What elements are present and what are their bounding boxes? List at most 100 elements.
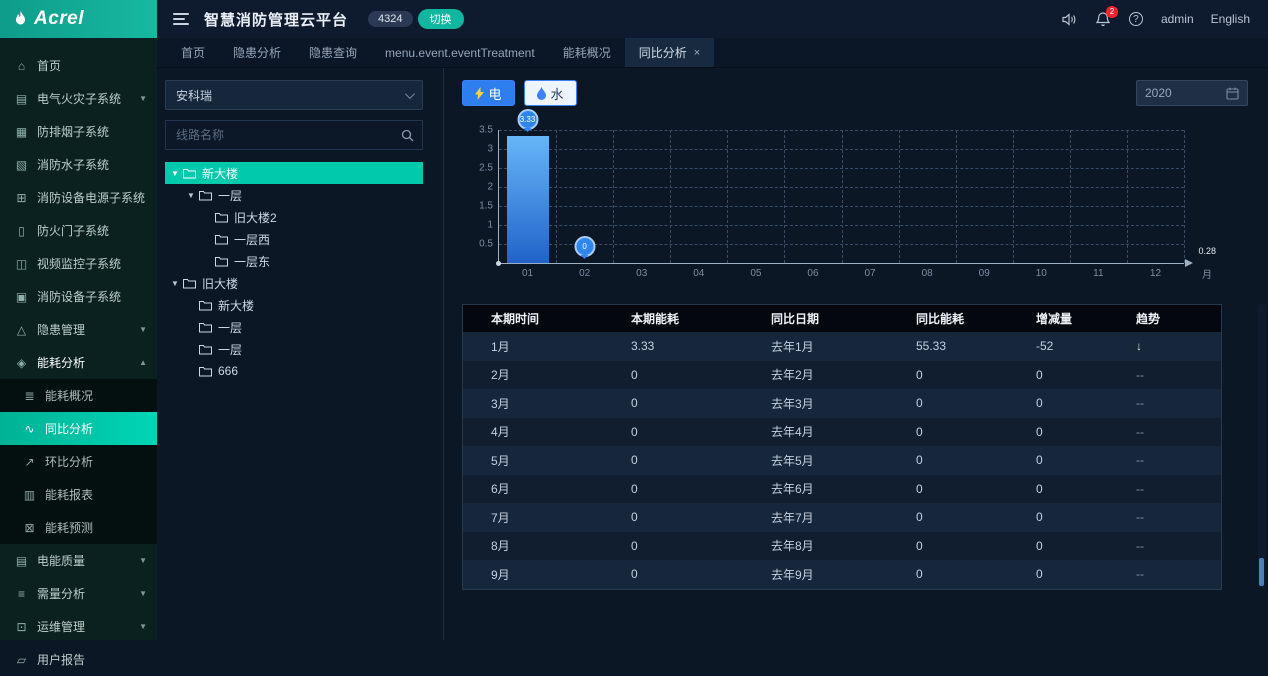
help-icon[interactable]: ? [1128, 11, 1144, 27]
sidebar-item-消防水子系统[interactable]: ▧消防水子系统 [0, 148, 157, 181]
tab-首页[interactable]: 首页 [167, 38, 219, 67]
tree-node-一层东[interactable]: 一层东 [165, 250, 423, 272]
table-cell: ↓ [1136, 339, 1221, 353]
gridline-v [727, 130, 728, 263]
tree-node-666[interactable]: 666 [165, 360, 423, 382]
sidebar-subitem-能耗报表[interactable]: ▥能耗报表 [0, 478, 157, 511]
tab-menu.event.eventTreatment[interactable]: menu.event.eventTreatment [371, 38, 549, 67]
table-cell: 7月 [491, 509, 631, 526]
folder-icon [215, 256, 228, 267]
table-cell: 去年8月 [771, 537, 916, 554]
sidebar-item-需量分析[interactable]: ≡需量分析▼ [0, 577, 157, 610]
table-row: 4月0去年4月00-- [463, 418, 1221, 447]
table-cell: 0 [916, 539, 1036, 553]
tree-node-新大楼[interactable]: 新大楼 [165, 294, 423, 316]
column-header: 本期能耗 [631, 310, 771, 327]
sidebar-item-能耗分析[interactable]: ◈能耗分析▲ [0, 346, 157, 379]
x-tick-label: 04 [693, 268, 704, 279]
tree-node-新大楼[interactable]: ▼新大楼 [165, 162, 423, 184]
gridline-v [956, 130, 957, 263]
scrollbar-thumb[interactable] [1259, 558, 1264, 586]
gridline-v [899, 130, 900, 263]
table-cell: 3.33 [631, 339, 771, 353]
x-tick-label: 10 [1036, 268, 1047, 279]
table-cell: 0 [631, 539, 771, 553]
sidebar-subitem-能耗概况[interactable]: ≣能耗概况 [0, 379, 157, 412]
line-search-input[interactable] [166, 128, 392, 142]
sidebar-item-label: 能耗分析 [37, 354, 85, 371]
language-switch[interactable]: English [1211, 12, 1250, 26]
notifications-bell-icon[interactable]: 2 [1095, 11, 1111, 27]
close-icon[interactable]: × [694, 47, 700, 59]
table-cell: 8月 [491, 537, 631, 554]
folder-icon [183, 278, 196, 289]
tab-隐患分析[interactable]: 隐患分析 [219, 38, 295, 67]
speaker-icon[interactable] [1062, 11, 1078, 27]
sidebar-item-防排烟子系统[interactable]: ▦防排烟子系统 [0, 115, 157, 148]
expand-arrow-icon[interactable]: ▼ [171, 279, 183, 288]
tree-node-一层[interactable]: ▼一层 [165, 184, 423, 206]
sidebar-item-消防设备电源子系统[interactable]: ⊞消防设备电源子系统 [0, 181, 157, 214]
expand-arrow-icon[interactable]: ▼ [187, 191, 199, 200]
table-cell: 0 [631, 510, 771, 524]
tab-label: 隐患分析 [233, 44, 281, 61]
sidebar-item-label: 防排烟子系统 [37, 123, 109, 140]
x-axis-unit-label: 月 [1202, 266, 1212, 281]
table-cell: 2月 [491, 366, 631, 383]
tab-能耗概况[interactable]: 能耗概况 [549, 38, 625, 67]
sidebar-item-视频监控子系统[interactable]: ◫视频监控子系统 [0, 247, 157, 280]
sidebar-item-消防设备子系统[interactable]: ▣消防设备子系统 [0, 280, 157, 313]
table-row: 7月0去年7月00-- [463, 503, 1221, 532]
y-tick-label: 3.5 [461, 125, 493, 136]
table-cell: -- [1136, 453, 1221, 467]
sidebar-item-用户报告[interactable]: ▱用户报告 [0, 643, 157, 676]
sidebar-item-隐患管理[interactable]: △隐患管理▼ [0, 313, 157, 346]
sidebar-subitem-环比分析[interactable]: ↗环比分析 [0, 445, 157, 478]
fire-equipment-icon: ▣ [13, 290, 30, 304]
electric-toggle-button[interactable]: 电 [462, 80, 515, 106]
tab-同比分析[interactable]: 同比分析× [625, 38, 714, 67]
username[interactable]: admin [1161, 12, 1194, 26]
gridline-v [1070, 130, 1071, 263]
energy-type-toolbar: 电 水 2020 [462, 80, 1248, 106]
sidebar-item-电气火灾子系统[interactable]: ▤电气火灾子系统▼ [0, 82, 157, 115]
sidebar-subitem-同比分析[interactable]: ∿同比分析 [0, 412, 157, 445]
x-tick-label: 05 [750, 268, 761, 279]
table-cell: -- [1136, 482, 1221, 496]
table-cell: 0 [916, 368, 1036, 382]
tree-node-旧大楼[interactable]: ▼旧大楼 [165, 272, 423, 294]
collapse-menu-icon[interactable] [173, 13, 189, 25]
yoy-analysis-icon: ∿ [21, 422, 38, 436]
operations-icon: ⊡ [13, 620, 30, 634]
tab-label: menu.event.eventTreatment [385, 46, 535, 60]
sidebar-subitem-能耗预测[interactable]: ⊠能耗预测 [0, 511, 157, 544]
sidebar-item-电能质量[interactable]: ▤电能质量▼ [0, 544, 157, 577]
tree-node-一层[interactable]: 一层 [165, 338, 423, 360]
table-scrollbar[interactable] [1258, 304, 1265, 588]
project-dropdown[interactable]: 安科瑞 [165, 80, 423, 110]
tree-node-一层西[interactable]: 一层西 [165, 228, 423, 250]
folder-icon [199, 322, 212, 333]
electrical-fire-icon: ▤ [13, 92, 30, 106]
tree-node-一层[interactable]: 一层 [165, 316, 423, 338]
expand-arrow-icon[interactable]: ▼ [171, 169, 183, 178]
tree-node-label: 一层 [218, 341, 242, 358]
tree-node-label: 一层西 [234, 231, 270, 248]
tree-node-旧大楼2[interactable]: 旧大楼2 [165, 206, 423, 228]
table-cell: 0 [1036, 425, 1136, 439]
sidebar-item-防火门子系统[interactable]: ▯防火门子系统 [0, 214, 157, 247]
water-toggle-button[interactable]: 水 [524, 80, 577, 106]
year-picker[interactable]: 2020 [1136, 80, 1248, 106]
search-icon[interactable] [392, 121, 422, 149]
chevron-up-icon: ▲ [139, 358, 147, 367]
fire-door-icon: ▯ [13, 224, 30, 238]
tree-node-label: 666 [218, 364, 238, 378]
sidebar-item-运维管理[interactable]: ⊡运维管理▼ [0, 610, 157, 643]
x-tick-label: 12 [1150, 268, 1161, 279]
table-cell: 去年7月 [771, 509, 916, 526]
switch-button[interactable]: 切换 [418, 9, 464, 29]
tab-隐患查询[interactable]: 隐患查询 [295, 38, 371, 67]
page-title: 智慧消防管理云平台 [204, 9, 348, 30]
sidebar-item-首页[interactable]: ⌂首页 [0, 49, 157, 82]
video-monitor-icon: ◫ [13, 257, 30, 271]
